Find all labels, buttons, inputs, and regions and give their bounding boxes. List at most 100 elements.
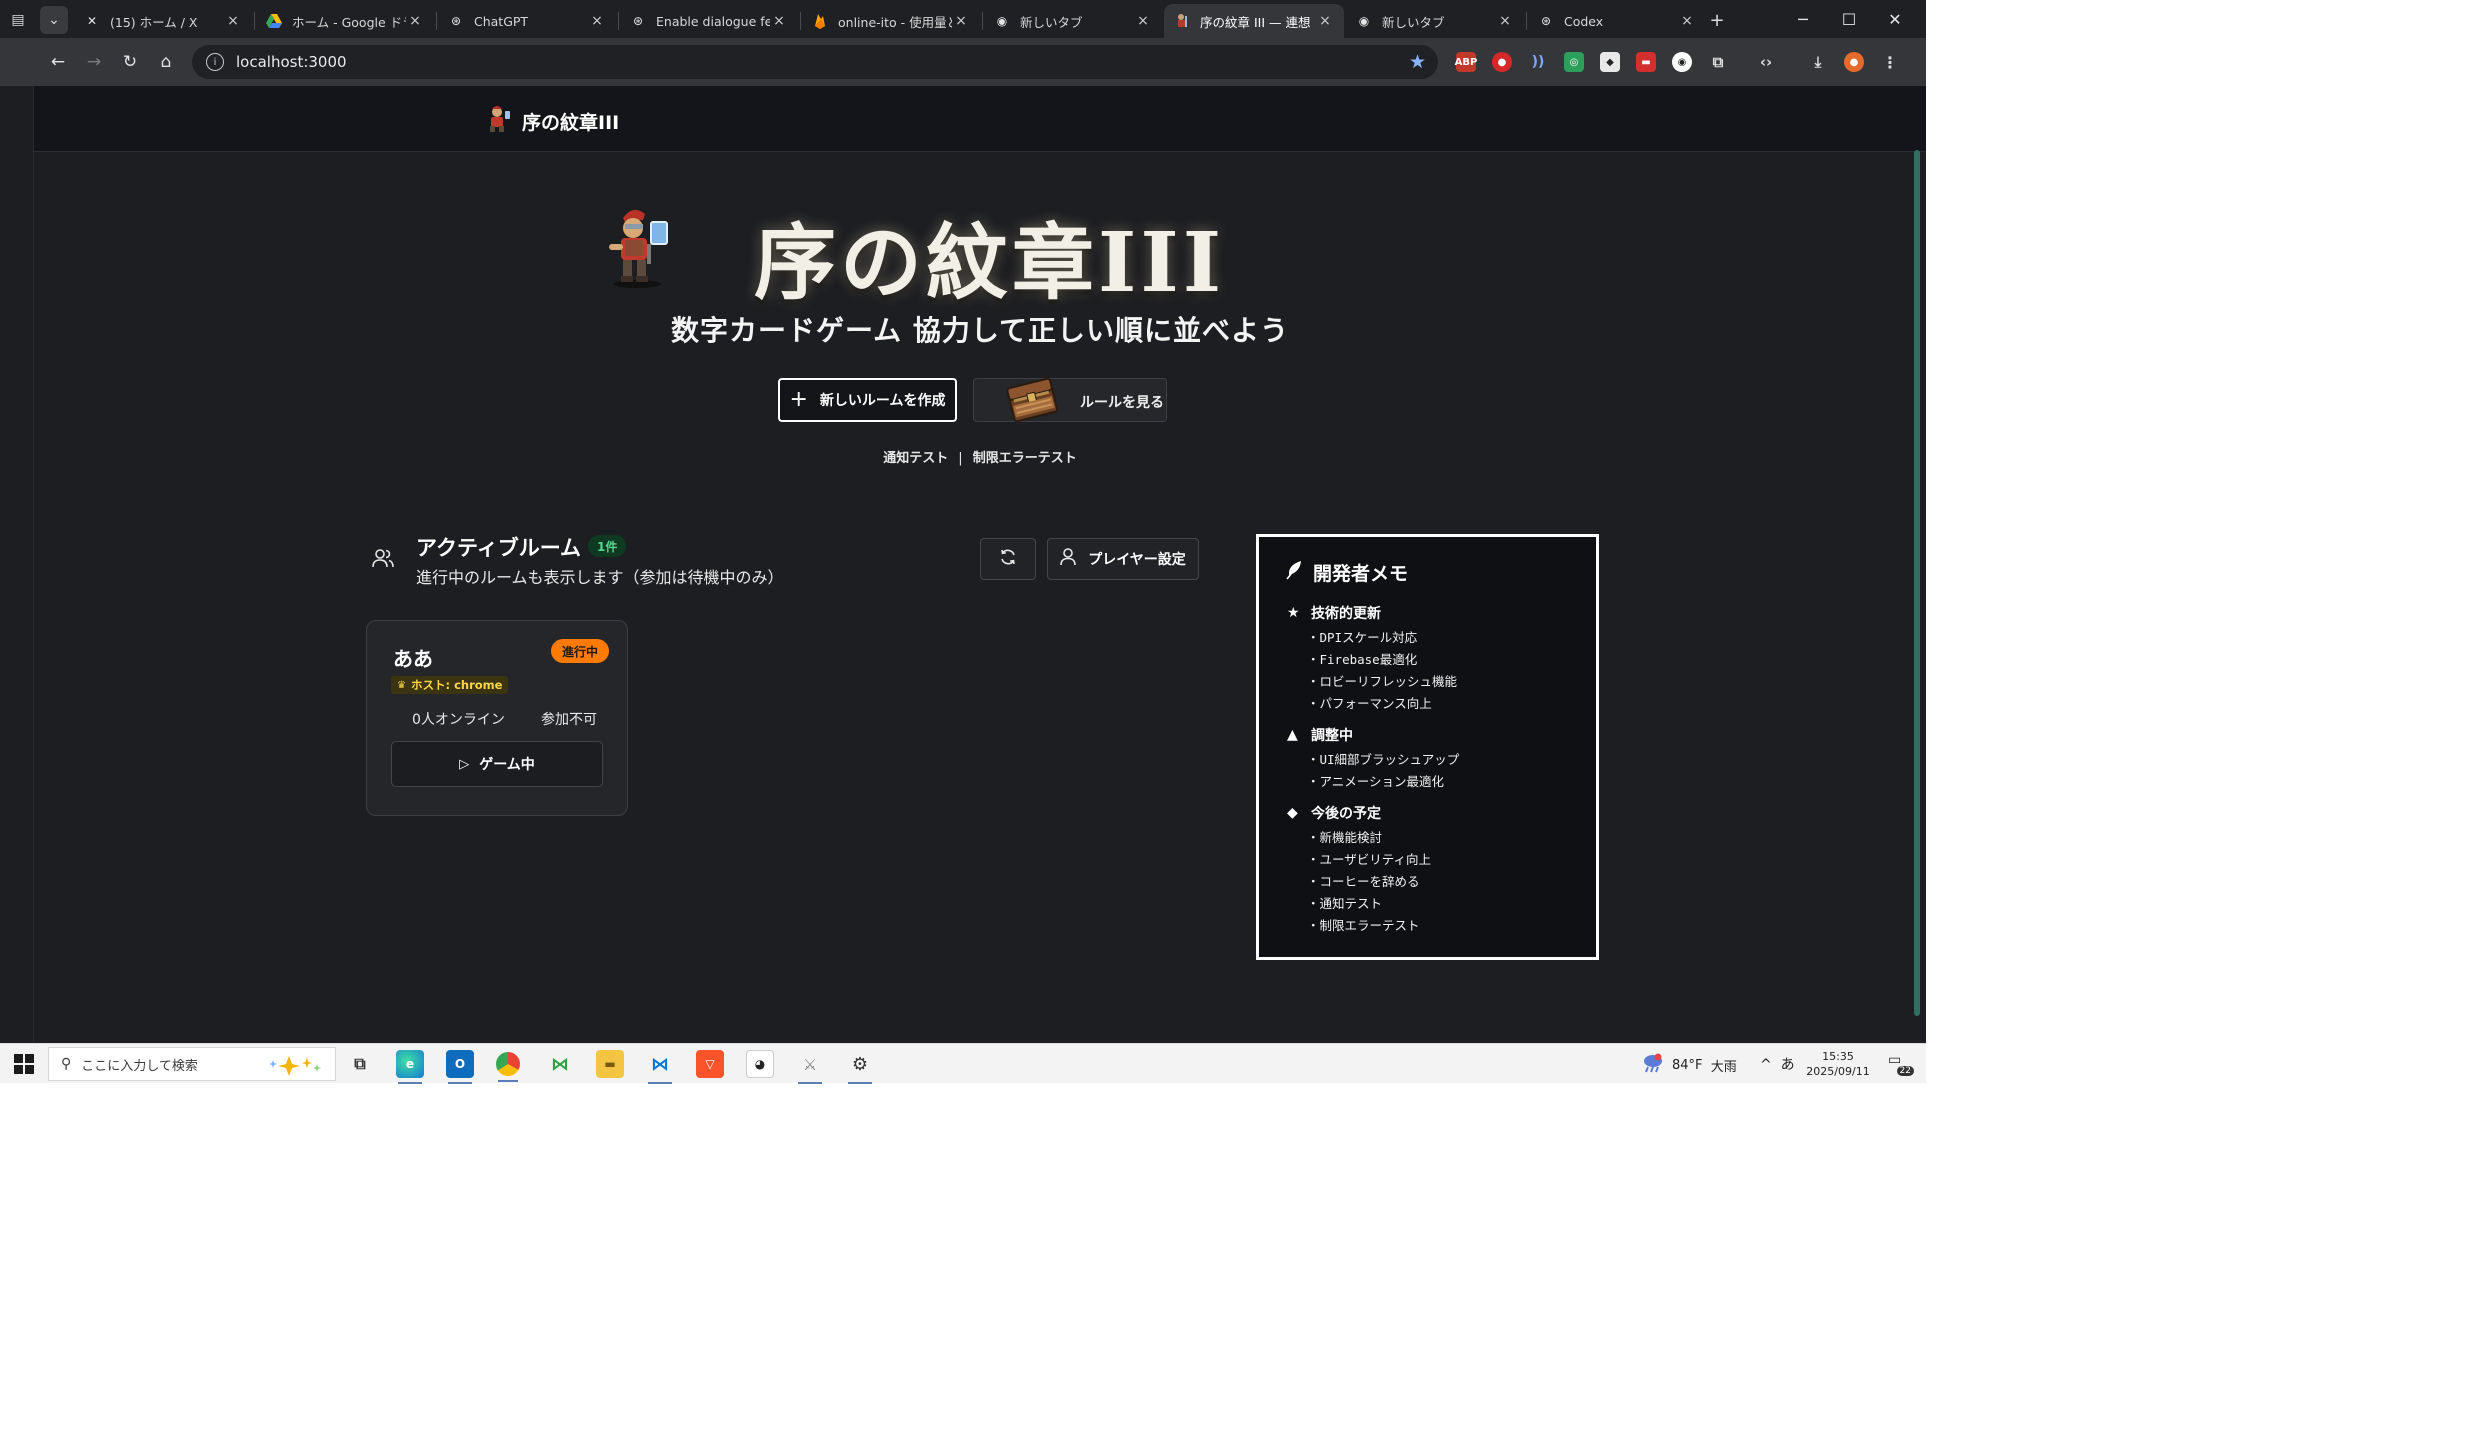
extension-icon[interactable]: ● (1492, 52, 1512, 72)
chrome-app-icon[interactable] (496, 1052, 520, 1082)
tab-x[interactable]: ✕ (15) ホーム / X × (74, 4, 252, 38)
extension-icon[interactable]: ▬ (1636, 52, 1656, 72)
crown-icon: ♛ (397, 679, 406, 691)
file-explorer-app-icon[interactable]: ▬ (596, 1050, 624, 1078)
page-viewport: 序の紋章III 序の紋章III 数字カードゲーム 協力して正しい順に並べよう +… (34, 86, 1926, 1043)
close-icon[interactable]: × (1134, 13, 1152, 29)
weather-widget[interactable]: 84°F 大雨 (1640, 1052, 1737, 1078)
limit-error-test-link[interactable]: 制限エラーテスト (973, 451, 1077, 466)
active-rooms-description: 進行中のルームも表示します（参加は待機中のみ） (416, 568, 784, 587)
tab-new-tab-2[interactable]: ◉ 新しいタブ × (1346, 4, 1524, 38)
close-icon[interactable]: × (952, 13, 970, 29)
devtools-icon[interactable]: ‹› (1756, 52, 1776, 72)
menu-icon[interactable]: ⋮ (1880, 52, 1900, 72)
memo-section-title: ★ 技術的更新 (1287, 605, 1381, 622)
hero-subtitle: 数字カードゲーム 協力して正しい順に並べよう (670, 314, 1290, 347)
close-window-button[interactable]: ✕ (1872, 0, 1918, 38)
extension-icon[interactable]: ◉ (1672, 52, 1692, 72)
maximize-button[interactable]: ☐ (1826, 0, 1872, 38)
memo-item: ・通知テスト (1307, 896, 1383, 911)
memo-item: ・コーヒーを辞める (1307, 874, 1420, 889)
memo-item: ・ユーザビリティ向上 (1307, 852, 1432, 867)
memo-item: ・新機能検討 (1307, 830, 1383, 845)
vscode-app-icon[interactable]: ⋈ (646, 1050, 674, 1084)
site-brand[interactable]: 序の紋章III (486, 105, 619, 137)
tab-search-button[interactable]: ⌄ (40, 6, 68, 34)
settings-gear-icon[interactable]: ⚙ (846, 1050, 874, 1084)
tab-enable-dialogue[interactable]: ⊛ Enable dialogue featu × (620, 4, 798, 38)
tab-divider (618, 12, 619, 30)
close-icon[interactable]: × (1496, 13, 1514, 29)
page-scrollbar[interactable] (1914, 150, 1920, 1016)
minimize-button[interactable]: ─ (1780, 0, 1826, 38)
memo-item: ・制限エラーテスト (1307, 918, 1420, 933)
google-drive-icon (266, 13, 282, 29)
memo-item: ・パフォーマンス向上 (1307, 696, 1432, 711)
memo-item: ・ロビーリフレッシュ機能 (1307, 674, 1458, 689)
address-bar[interactable]: i localhost:3000 ★ (192, 45, 1438, 79)
close-icon[interactable]: × (406, 13, 424, 29)
bookmark-star-icon[interactable]: ★ (1409, 51, 1426, 73)
close-icon[interactable]: × (1316, 13, 1334, 29)
refresh-rooms-button[interactable] (980, 538, 1036, 580)
back-button[interactable]: ← (44, 48, 72, 76)
tab-firebase[interactable]: online-ito - 使用量と × (802, 4, 980, 38)
refresh-icon (999, 548, 1017, 570)
penguin-app-icon[interactable]: ◕ (746, 1050, 774, 1078)
memo-item: ・Firebase最適化 (1307, 652, 1418, 667)
task-view-icon[interactable]: ⧉ (346, 1050, 374, 1078)
tab-google-drive[interactable]: ホーム - Google ドライブ × (256, 4, 434, 38)
reload-button[interactable]: ↻ (116, 48, 144, 76)
tab-codex[interactable]: ⊛ Codex × (1528, 4, 1706, 38)
close-icon[interactable]: × (588, 13, 606, 29)
extension-icon[interactable]: )) (1528, 52, 1548, 72)
notification-center-icon[interactable]: ▭ 22 (1888, 1052, 1914, 1076)
extension-icon[interactable]: ◆ (1600, 52, 1620, 72)
link-separator: | (958, 451, 963, 466)
tab-new-tab[interactable]: ◉ 新しいタブ × (984, 4, 1162, 38)
in-game-button[interactable]: ▷ ゲーム中 (391, 741, 603, 787)
extensions-puzzle-icon[interactable]: ⧉ (1708, 52, 1728, 72)
site-header: 序の紋章III (34, 86, 1926, 152)
diamond-icon: ◆ (1287, 805, 1298, 821)
outlook-app-icon[interactable]: O (446, 1050, 474, 1084)
test-links: 通知テスト | 制限エラーテスト (34, 447, 1926, 466)
vscode-insiders-app-icon[interactable]: ⋈ (546, 1050, 574, 1078)
close-icon[interactable]: × (224, 13, 242, 29)
site-info-icon[interactable]: i (206, 53, 224, 71)
chevron-up-icon[interactable]: ^ (1760, 1057, 1772, 1073)
tab-game-active[interactable]: 序の紋章 III — 連想 × (1164, 4, 1344, 38)
tab-divider (254, 12, 255, 30)
forward-button[interactable]: → (80, 48, 108, 76)
create-room-button[interactable]: + 新しいルームを作成 (778, 378, 957, 422)
view-rules-button[interactable]: ルールを見る (973, 377, 1167, 423)
knight-logo-icon (486, 105, 512, 137)
home-button[interactable]: ⌂ (152, 48, 180, 76)
play-icon: ▷ (459, 756, 470, 772)
hero-title: 序の紋章III (754, 215, 1226, 311)
room-card[interactable]: ああ 進行中 ♛ ホスト: chrome 0人オンライン 参加不可 ▷ ゲーム中 (366, 620, 628, 816)
new-tab-button[interactable]: + (1703, 6, 1731, 34)
join-state: 参加不可 (541, 712, 597, 728)
game-app-icon[interactable]: ⚔ (796, 1050, 824, 1084)
windows-start-icon[interactable] (14, 1054, 34, 1074)
profile-avatar[interactable]: ● (1844, 52, 1864, 72)
adblock-extension-icon[interactable]: ABP (1455, 52, 1477, 72)
taskbar-search-box[interactable]: ⚲ ここに入力して検索 (48, 1047, 336, 1081)
extension-icon[interactable]: ◎ (1564, 52, 1584, 72)
download-icon[interactable]: ⤓ (1808, 52, 1828, 72)
player-settings-button[interactable]: プレイヤー設定 (1047, 538, 1199, 580)
ime-indicator[interactable]: あ (1781, 1057, 1795, 1073)
close-icon[interactable]: × (1678, 13, 1696, 29)
chatgpt-icon: ⊛ (450, 14, 462, 28)
memo-item: ・UI細部ブラッシュアップ (1307, 752, 1460, 767)
tab-chatgpt[interactable]: ⊛ ChatGPT × (438, 4, 616, 38)
close-icon[interactable]: × (770, 13, 788, 29)
taskbar-clock[interactable]: 15:35 2025/09/11 (1800, 1049, 1876, 1079)
brave-app-icon[interactable]: ▽ (696, 1050, 724, 1078)
tab-divider (982, 12, 983, 30)
sidebar-toggle-icon[interactable]: ▤ (4, 6, 32, 34)
notification-test-link[interactable]: 通知テスト (883, 451, 948, 466)
tab-divider (436, 12, 437, 30)
edge-app-icon[interactable]: e (396, 1050, 424, 1084)
